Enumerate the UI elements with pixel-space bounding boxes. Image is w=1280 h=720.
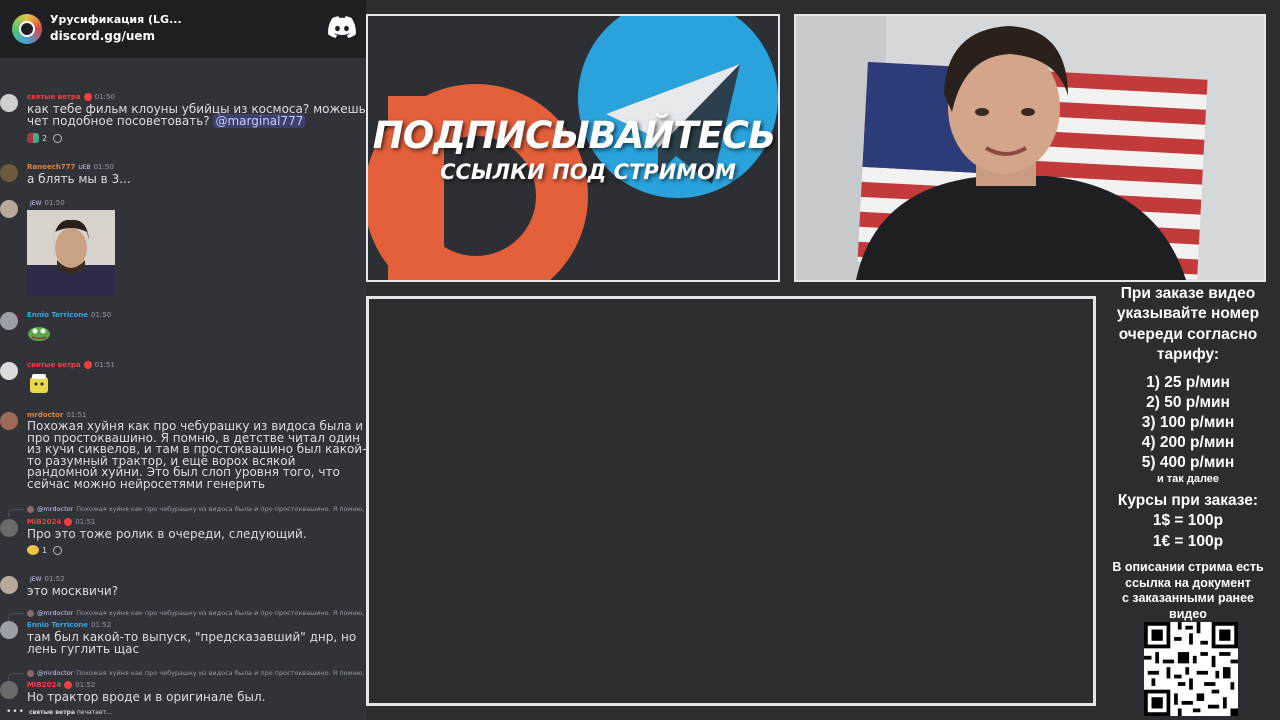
info-intro-line: тарифу: <box>1156 345 1220 363</box>
message-time: 01:50 <box>90 311 112 319</box>
rate-item: 1$ = 100р <box>1152 512 1224 530</box>
message-time: 01:52 <box>90 621 112 629</box>
message-time: 01:50 <box>94 93 115 101</box>
add-reaction-icon[interactable] <box>53 133 63 143</box>
role-badge-icon <box>83 93 92 101</box>
message-author[interactable]: MiB2024 <box>27 681 61 689</box>
server-invite[interactable]: discord.gg/uem <box>50 29 182 44</box>
server-name: Урусификация (LG... <box>50 13 182 27</box>
add-reaction-icon[interactable] <box>53 545 63 555</box>
info-intro-line: указывайте номер <box>1116 305 1260 323</box>
message-author[interactable]: MiB2024 <box>27 518 61 526</box>
avatar[interactable] <box>0 412 18 430</box>
promo-subtitle: ССЫЛКИ ПОД СТРИМОМ <box>440 160 736 184</box>
reply-preview[interactable]: @mrdoctor Похожая хуйня как про чебурашк… <box>27 505 366 513</box>
subscribe-banner: ПОДПИСЫВАЙТЕСЬ ССЫЛКИ ПОД СТРИМОМ <box>366 14 780 282</box>
pepe-sticker-icon <box>28 327 50 341</box>
rates-title: Курсы при заказе: <box>1117 492 1259 510</box>
avatar[interactable] <box>0 621 18 639</box>
doc-line: ссылка на документ <box>1125 575 1251 590</box>
message-author[interactable]: святые ветра <box>27 93 81 101</box>
role-tag: UEB <box>78 163 91 171</box>
message-author[interactable]: Ennio Terricone <box>27 311 88 319</box>
message-time: 01:52 <box>44 575 65 583</box>
tariff-item: 4) 200 р/мин <box>1141 434 1235 452</box>
message-text: а блять мы в 3... <box>27 172 131 186</box>
typing-indicator: ••• святые ветра печатает... <box>6 707 112 717</box>
reactions: 2 <box>27 133 63 143</box>
avatar[interactable] <box>0 312 18 330</box>
role-tag: JEW <box>30 199 42 207</box>
message-author[interactable]: Ennio Terricone <box>27 621 88 629</box>
message-time: 01:52 <box>75 681 96 689</box>
emoji-icon <box>27 545 39 555</box>
message-text: Похожая хуйня как про чебурашку из видос… <box>27 419 366 491</box>
avatar[interactable] <box>0 94 18 112</box>
reply-preview[interactable]: @mrdoctor Похожая хуйня как про чебурашк… <box>27 669 366 677</box>
chat-header: Урусификация (LG... discord.gg/uem <box>0 0 366 58</box>
avatar <box>27 609 34 617</box>
discord-icon <box>328 16 356 38</box>
yellow-sticker-icon <box>30 374 48 393</box>
avatar[interactable] <box>0 164 18 182</box>
doc-line: с заказанными ранее <box>1121 591 1254 606</box>
reaction[interactable]: 1 <box>27 545 47 555</box>
reaction[interactable]: 2 <box>27 133 47 143</box>
role-tag: JEW <box>30 575 42 583</box>
user-mention[interactable]: @marginal777 <box>213 113 306 128</box>
message-text: это москвичи? <box>27 584 119 598</box>
message-time: 01:51 <box>66 411 87 419</box>
message-time: 01:51 <box>94 361 115 369</box>
typing-dots-icon: ••• <box>6 707 25 717</box>
webcam-feed <box>794 14 1266 282</box>
tariff-item: 3) 100 р/мин <box>1141 414 1235 432</box>
message-text: там был какой-то выпуск, "предсказавший"… <box>27 630 357 656</box>
message-time: 01:51 <box>75 518 96 526</box>
image-attachment[interactable] <box>27 210 115 296</box>
tariff-item: 5) 400 р/мин <box>1141 454 1235 472</box>
info-intro-line: При заказе видео <box>1120 285 1256 302</box>
message-author[interactable]: святые ветра <box>27 361 81 369</box>
message-time: 01:50 <box>44 199 65 207</box>
rate-item: 1€ = 100р <box>1152 532 1224 550</box>
info-intro-line: очереди согласно <box>1118 325 1258 343</box>
message-text: Про это тоже ролик в очереди, следующий. <box>27 527 307 541</box>
discord-chat-panel: Урусификация (LG... discord.gg/uem святы… <box>0 0 366 720</box>
role-badge-icon <box>64 518 73 526</box>
avatar[interactable] <box>0 200 18 218</box>
avatar[interactable] <box>0 362 18 380</box>
avatar <box>27 669 34 677</box>
role-badge-icon <box>83 361 92 369</box>
qr-code-icon[interactable] <box>1144 622 1238 716</box>
message-author[interactable]: mrdoctor <box>27 411 63 419</box>
avatar[interactable] <box>0 519 18 537</box>
avatar <box>27 505 34 513</box>
message-time: 01:50 <box>93 163 114 171</box>
reactions: 1 <box>27 545 63 555</box>
message-text: Но трактор вроде и в оригинале был. <box>27 690 266 704</box>
role-badge-icon <box>64 681 73 689</box>
message-text: как тебе фильм клоуны убийцы из космоса?… <box>27 102 366 128</box>
video-player-area[interactable] <box>366 296 1096 706</box>
webcam-image <box>796 16 1264 280</box>
message-author[interactable]: Raneech777 <box>27 163 75 171</box>
promo-title: ПОДПИСЫВАЙТЕСЬ <box>372 114 776 157</box>
tariff-etc: и так далее <box>1156 473 1220 486</box>
order-info-panel: При заказе видео указывайте номер очеред… <box>1096 282 1280 720</box>
message-list: святые ветра 01:50 как тебе фильм клоуны… <box>0 58 366 708</box>
doc-line: В описании стрима есть <box>1112 560 1264 575</box>
reply-preview[interactable]: @mrdoctor Похожая хуйня как про чебурашк… <box>27 609 366 617</box>
emoji-icon <box>27 133 39 143</box>
tariff-item: 2) 50 р/мин <box>1146 394 1230 412</box>
avatar[interactable] <box>0 681 18 699</box>
doc-line: видео <box>1169 606 1207 621</box>
avatar[interactable] <box>0 576 18 594</box>
tariff-item: 1) 25 р/мин <box>1146 374 1230 392</box>
server-icon[interactable] <box>12 14 42 44</box>
